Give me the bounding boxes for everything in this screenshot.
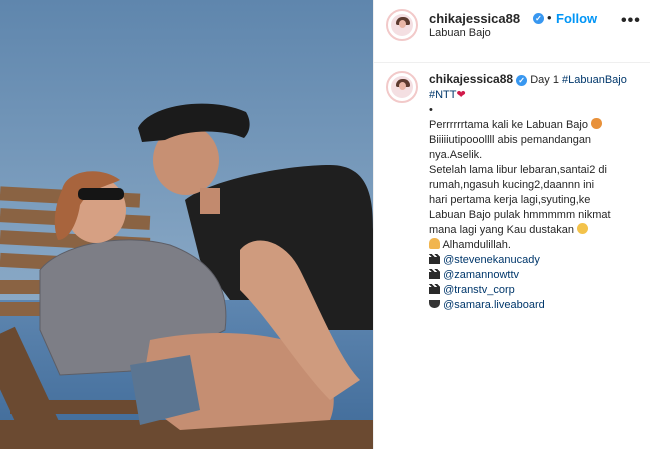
- caption-line: Setelah lama libur lebaran,santai2 di: [429, 164, 607, 176]
- caption-line: Perrrrrrtama kali ke Labuan Bajo: [429, 119, 588, 131]
- caption-line: rumah,ngasuh kucing2,daannn ini: [429, 179, 595, 191]
- mention-link[interactable]: @zamannowttv: [443, 269, 519, 281]
- caption-username[interactable]: chikajessica88: [429, 72, 513, 86]
- caption-line: Biiiiiutipooollll abis pemandangan: [429, 134, 592, 146]
- caption-avatar[interactable]: [386, 71, 418, 103]
- mention-link[interactable]: @samara.liveaboard: [443, 299, 545, 311]
- separator-dot: •: [547, 10, 552, 25]
- more-options-icon[interactable]: •••: [621, 12, 641, 30]
- avatar[interactable]: [386, 9, 418, 41]
- caption-line: mana lagi yang Kau dustakan: [429, 224, 574, 236]
- verified-badge-icon: ✓: [533, 13, 544, 24]
- clapperboard-icon: [429, 284, 440, 294]
- caption-text: Day 1: [530, 74, 562, 86]
- post-header: chikajessica88 ✓ • Follow Labuan Bajo ••…: [374, 0, 650, 63]
- verified-badge-icon: ✓: [516, 75, 528, 86]
- hashtag-link[interactable]: #NTT: [429, 89, 457, 101]
- heart-icon: ❤: [456, 89, 466, 101]
- clapperboard-icon: [429, 269, 440, 279]
- bullet: •: [429, 104, 433, 116]
- caption: chikajessica88 ✓ Day 1 #LabuanBajo #NTT❤…: [429, 72, 643, 313]
- praying-hands-icon: [429, 238, 440, 249]
- hashtag-link[interactable]: #LabuanBajo: [562, 74, 627, 86]
- caption-line: nya.Aselik.: [429, 149, 483, 161]
- clapperboard-icon: [429, 254, 440, 264]
- mention-link[interactable]: @transtv_corp: [443, 284, 515, 296]
- grinning-face-icon: [577, 223, 588, 234]
- caption-line: Alhamdulillah.: [440, 239, 511, 251]
- post-location[interactable]: Labuan Bajo: [429, 27, 491, 39]
- smiling-cat-icon: [591, 118, 603, 129]
- follow-button[interactable]: Follow: [556, 11, 597, 26]
- caption-line: Labuan Bajo pulak hmmmmm nikmat: [429, 209, 611, 221]
- post-photo[interactable]: [0, 0, 373, 449]
- post-username[interactable]: chikajessica88: [429, 11, 520, 26]
- post-side-panel: chikajessica88 ✓ • Follow Labuan Bajo ••…: [373, 0, 650, 449]
- ship-icon: [429, 300, 440, 308]
- post-photo-illustration: [0, 0, 373, 449]
- mention-link[interactable]: @stevenekanucady: [443, 254, 540, 266]
- caption-line: hari pertama kerja lagi,syuting,ke: [429, 194, 591, 206]
